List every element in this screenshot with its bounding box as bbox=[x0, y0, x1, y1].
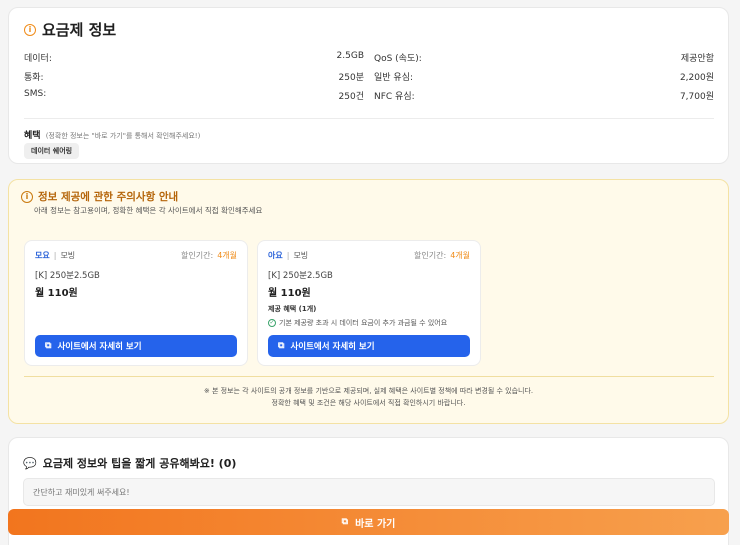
divider bbox=[24, 118, 714, 119]
separator: | bbox=[53, 251, 57, 260]
offer-card-moyo: 모요 | 모빙 할인기간: 4개월 [K] 250분2.5GB 월 110원 ⧉ 사이… bbox=[24, 240, 248, 366]
plan-row-sms: SMS: 250건 bbox=[24, 89, 364, 102]
notice-title: i 정보 제공에 관한 주의사항 안내 bbox=[21, 189, 178, 204]
check-icon: ✓ bbox=[268, 319, 276, 327]
offer-network: 모빙 bbox=[293, 251, 309, 260]
share-title: 💬 요금제 정보와 팁을 짧게 공유해봐요! (0) bbox=[23, 456, 237, 471]
plan-title: i 요금제 정보 bbox=[24, 19, 116, 40]
separator: | bbox=[286, 251, 290, 260]
plan-row-data: 데이터: 2.5GB bbox=[24, 51, 364, 64]
plan-row-nfc: NFC 유심: 7,700원 bbox=[374, 92, 714, 102]
chat-bubble-icon: 💬 bbox=[23, 456, 37, 470]
offer-discount: 할인기간: 4개월 bbox=[414, 251, 470, 260]
offer-benefit-item: ✓ 기본 제공량 초과 시 데이터 요금이 추가 과금될 수 있어요 bbox=[268, 319, 448, 327]
plan-info-card: i 요금제 정보 데이터: 2.5GB QoS (속도): 제공안함 통화: 2… bbox=[8, 7, 729, 164]
offer-network: 모빙 bbox=[60, 251, 76, 260]
share-comment-input[interactable] bbox=[23, 478, 715, 506]
warning-info-icon: i bbox=[21, 190, 33, 203]
info-icon: i bbox=[24, 23, 36, 36]
offer-brand: 모요 bbox=[35, 251, 50, 260]
plan-row-call: 통화: 250분 bbox=[24, 73, 364, 83]
offer-card-ayo: 아요 | 모빙 할인기간: 4개월 [K] 250분2.5GB 월 110원 제공 혜… bbox=[257, 240, 481, 366]
benefit-heading: 혜택 (정확한 정보는 "바로 가기"를 통해서 확인해주세요!) bbox=[24, 131, 201, 141]
offer-price: 월 110원 bbox=[268, 288, 311, 299]
view-site-button[interactable]: ⧉ 사이트에서 자세히 보기 bbox=[268, 335, 470, 357]
offer-price: 월 110원 bbox=[35, 288, 78, 299]
notice-footer: ※ 본 정보는 각 사이트의 공개 정보를 기반으로 제공되며, 실제 혜택은 … bbox=[203, 387, 534, 407]
offer-discount: 할인기간: 4개월 bbox=[181, 251, 237, 260]
offer-brand: 아요 bbox=[268, 251, 283, 260]
offer-benefits-label: 제공 혜택 (1개) bbox=[268, 305, 317, 313]
view-site-button[interactable]: ⧉ 사이트에서 자세히 보기 bbox=[35, 335, 237, 357]
notice-card: i 정보 제공에 관한 주의사항 안내 아래 정보는 참고용이며, 정확한 혜택… bbox=[8, 179, 729, 424]
go-button[interactable]: ⧉ 바로 가기 bbox=[8, 509, 729, 535]
plan-row-qos: QoS (속도): 제공안함 bbox=[374, 54, 714, 64]
external-link-icon: ⧉ bbox=[45, 341, 52, 351]
external-link-icon: ⧉ bbox=[341, 517, 349, 527]
plan-row-usim: 일반 유심: 2,200원 bbox=[374, 73, 714, 83]
notice-subtitle: 아래 정보는 참고용이며, 정확한 혜택은 각 사이트에서 직접 확인해주세요 bbox=[34, 206, 263, 215]
offer-header: 아요 | 모빙 할인기간: 4개월 bbox=[268, 250, 470, 261]
offer-plan-name: [K] 250분2.5GB bbox=[268, 271, 333, 281]
offer-header: 모요 | 모빙 할인기간: 4개월 bbox=[35, 250, 237, 261]
external-link-icon: ⧉ bbox=[278, 341, 285, 351]
divider bbox=[24, 376, 714, 377]
benefit-tag: 데이터 쉐어링 bbox=[24, 143, 80, 159]
offer-plan-name: [K] 250분2.5GB bbox=[35, 271, 100, 281]
